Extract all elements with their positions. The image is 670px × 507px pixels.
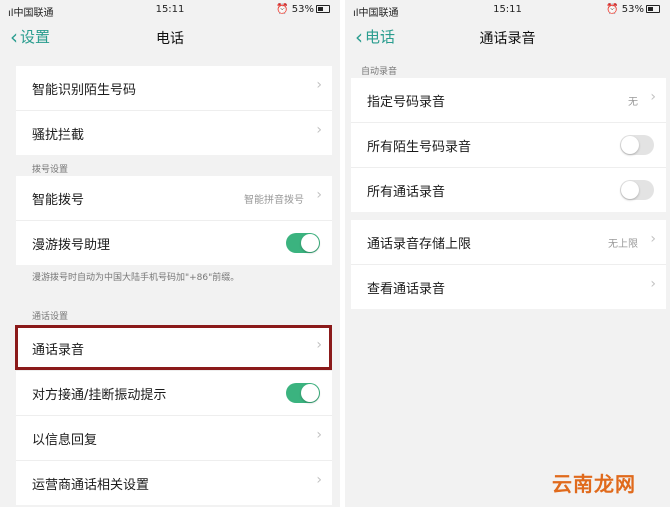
chevron-right-icon: › xyxy=(316,122,322,138)
toggle-knob xyxy=(621,136,639,154)
row-label: 以信息回复 xyxy=(32,433,98,448)
row-value: 无上限 xyxy=(608,239,638,250)
chevron-right-icon: › xyxy=(650,231,656,247)
row-stranger-recording[interactable]: 所有陌生号码录音 xyxy=(351,123,666,168)
toggle-knob xyxy=(301,234,319,252)
battery-status: ⏰ 53% xyxy=(276,4,330,15)
battery-icon xyxy=(646,5,660,13)
row-carrier-settings[interactable]: 运营商通话相关设置 › xyxy=(16,461,332,505)
row-value: 智能拼音拨号 xyxy=(244,195,304,206)
toggle-knob xyxy=(621,181,639,199)
status-bar: ıl中国联通 15:11 ⏰ 53% xyxy=(0,0,340,20)
section-header-auto: 自动录音 xyxy=(361,67,398,77)
row-vibrate-notice[interactable]: 对方接通/挂断振动提示 xyxy=(16,371,332,416)
row-label: 指定号码录音 xyxy=(367,95,446,110)
row-value: 无 xyxy=(628,97,638,108)
row-harassment-block[interactable]: 骚扰拦截 › xyxy=(16,111,332,155)
toggle-knob xyxy=(301,384,319,402)
alarm-icon: ⏰ xyxy=(606,4,619,15)
row-call-recording[interactable]: 通话录音 › xyxy=(16,326,332,371)
row-storage-limit[interactable]: 通话录音存储上限 无上限 › xyxy=(351,220,666,265)
battery-percent: 53% xyxy=(621,4,644,15)
row-roaming-assistant[interactable]: 漫游拨号助理 xyxy=(16,221,332,265)
recording-group-1: 指定号码录音 无 › 所有陌生号码录音 所有通话录音 xyxy=(351,78,666,212)
chevron-right-icon: › xyxy=(650,276,656,292)
battery-icon xyxy=(316,5,330,13)
row-label: 智能拨号 xyxy=(32,193,85,208)
chevron-right-icon: › xyxy=(316,187,322,203)
status-bar: ıl中国联通 15:11 ⏰ 53% xyxy=(345,0,670,20)
row-label: 所有通话录音 xyxy=(367,185,446,200)
nav-bar: ‹ 电话 通话录音 xyxy=(345,20,670,56)
call-recording-screen: ıl中国联通 15:11 ⏰ 53% ‹ 电话 通话录音 自动录音 指定号码录音 … xyxy=(345,0,670,507)
phone-settings-screen: ıl中国联通 15:11 ⏰ 53% ‹ 设置 电话 智能识别陌生号码 › 骚扰拦… xyxy=(0,0,340,507)
chevron-right-icon: › xyxy=(316,427,322,443)
row-view-recordings[interactable]: 查看通话录音 › xyxy=(351,265,666,309)
settings-group-dial: 智能拨号 智能拼音拨号 › 漫游拨号助理 xyxy=(16,176,332,265)
chevron-right-icon: › xyxy=(316,337,322,353)
row-label: 通话录音 xyxy=(32,343,85,358)
row-specified-number[interactable]: 指定号码录音 无 › xyxy=(351,78,666,123)
roaming-note: 漫游拨号时自动为中国大陆手机号码加"+86"前缀。 xyxy=(32,273,240,283)
row-smart-identify[interactable]: 智能识别陌生号码 › xyxy=(16,66,332,111)
row-smart-dial[interactable]: 智能拨号 智能拼音拨号 › xyxy=(16,176,332,221)
row-label: 骚扰拦截 xyxy=(32,128,85,143)
page-title: 通话录音 xyxy=(479,31,536,47)
stranger-recording-toggle[interactable] xyxy=(620,135,654,155)
row-all-recording[interactable]: 所有通话录音 xyxy=(351,168,666,212)
row-reply-message[interactable]: 以信息回复 › xyxy=(16,416,332,461)
section-header-dial: 拨号设置 xyxy=(32,165,69,175)
row-label: 漫游拨号助理 xyxy=(32,238,111,253)
battery-status: ⏰ 53% xyxy=(606,4,660,15)
alarm-icon: ⏰ xyxy=(276,4,289,15)
row-label: 查看通话录音 xyxy=(367,282,446,297)
settings-group-call: 通话录音 › 对方接通/挂断振动提示 以信息回复 › 运营商通话相关设置 › xyxy=(16,326,332,505)
row-label: 智能识别陌生号码 xyxy=(32,83,137,98)
watermark-logo: 云南龙网 xyxy=(552,472,636,496)
nav-bar: ‹ 设置 电话 xyxy=(0,20,340,56)
row-label: 通话录音存储上限 xyxy=(367,237,472,252)
section-header-call: 通话设置 xyxy=(32,312,69,322)
chevron-right-icon: › xyxy=(316,77,322,93)
row-label: 对方接通/挂断振动提示 xyxy=(32,388,167,403)
roaming-toggle[interactable] xyxy=(286,233,320,253)
chevron-right-icon: › xyxy=(650,89,656,105)
page-title: 电话 xyxy=(156,31,184,47)
all-recording-toggle[interactable] xyxy=(620,180,654,200)
row-label: 运营商通话相关设置 xyxy=(32,478,150,493)
recording-group-2: 通话录音存储上限 无上限 › 查看通话录音 › xyxy=(351,220,666,309)
vibrate-toggle[interactable] xyxy=(286,383,320,403)
battery-percent: 53% xyxy=(291,4,314,15)
chevron-right-icon: › xyxy=(316,472,322,488)
row-label: 所有陌生号码录音 xyxy=(367,140,472,155)
settings-group-1: 智能识别陌生号码 › 骚扰拦截 › xyxy=(16,66,332,155)
